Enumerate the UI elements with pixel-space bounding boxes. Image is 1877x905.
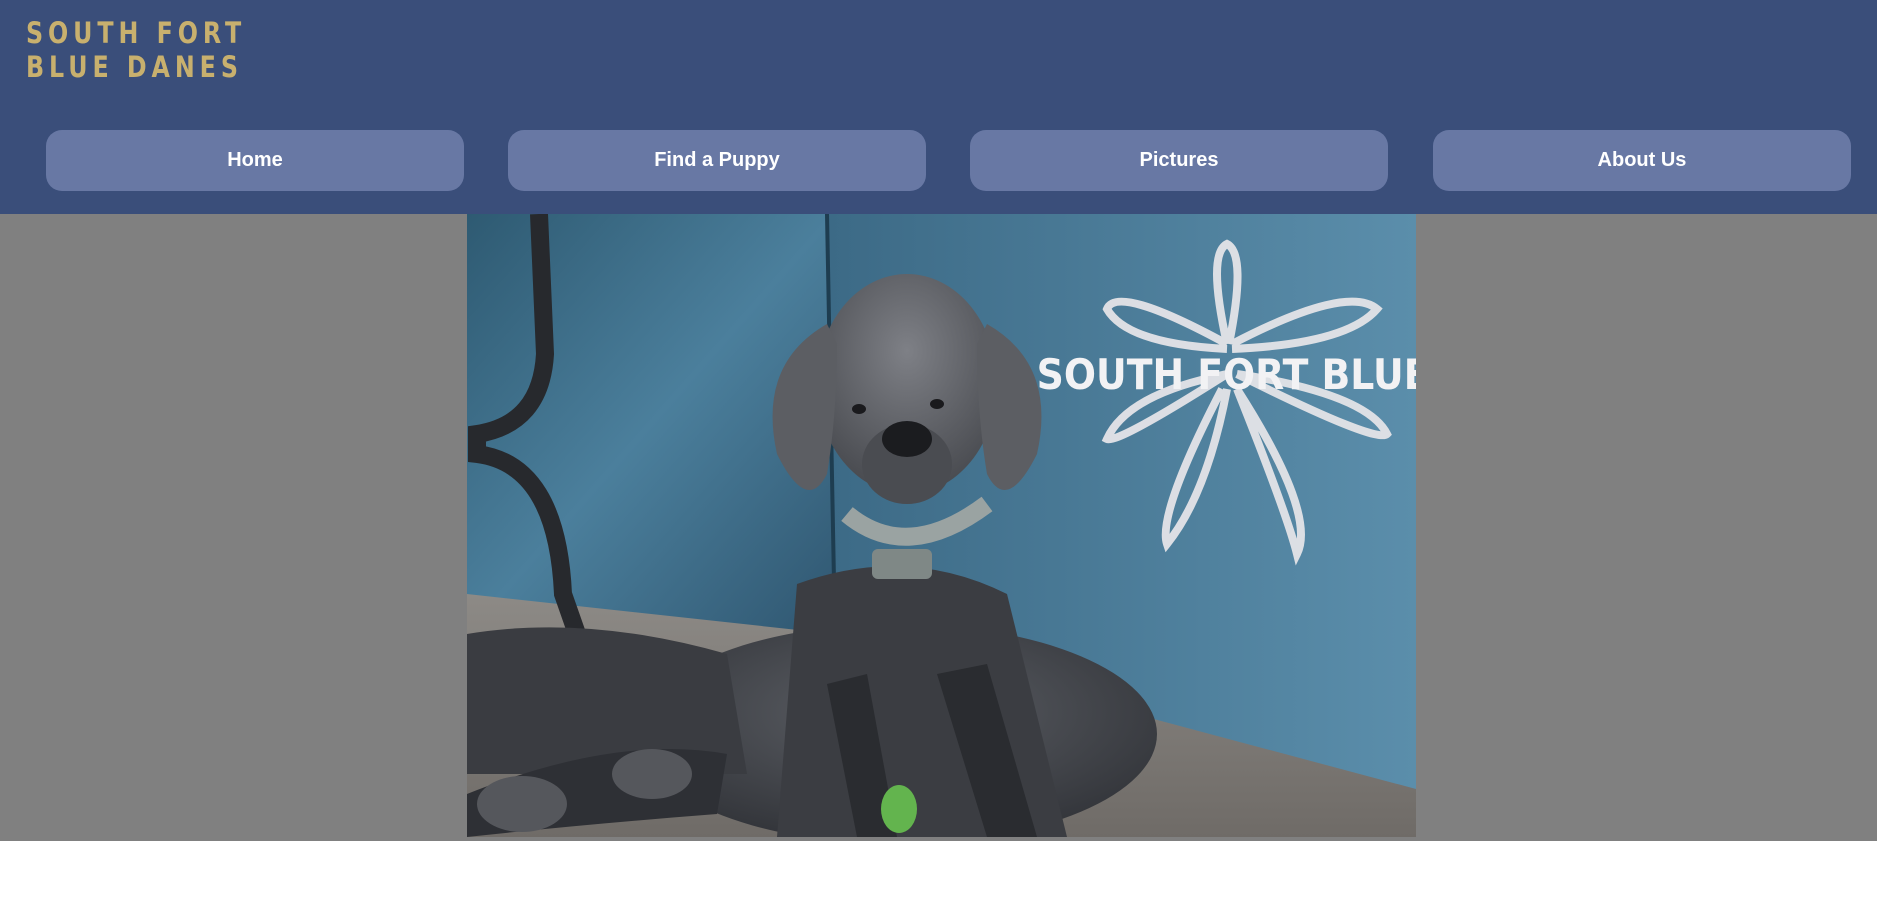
- hero-photo: SOUTH FORT BLUE DANES: [467, 214, 1416, 837]
- brand-line-2: BLUE DANES: [26, 50, 243, 84]
- nav-pictures-button[interactable]: Pictures: [970, 130, 1388, 191]
- brand-name: SOUTH FORT BLUE DANES: [26, 16, 246, 84]
- site-logo[interactable]: SOUTH FORT BLUE DANES: [18, 0, 278, 100]
- nav-find-a-puppy-button[interactable]: Find a Puppy: [508, 130, 926, 191]
- great-dane-photo: SOUTH FORT BLUE DANES: [467, 214, 1416, 837]
- brand-line-1: SOUTH FORT: [26, 16, 247, 50]
- site-header: SOUTH FORT BLUE DANES Home Find a Puppy …: [0, 0, 1877, 214]
- nav-home-button[interactable]: Home: [46, 130, 464, 191]
- nav-about-us-button[interactable]: About Us: [1433, 130, 1851, 191]
- main-nav: Home Find a Puppy Pictures About Us: [0, 130, 1877, 191]
- hero-section: SOUTH FORT BLUE DANES: [0, 214, 1877, 841]
- watermark-text: SOUTH FORT BLUE DANES: [1037, 351, 1416, 399]
